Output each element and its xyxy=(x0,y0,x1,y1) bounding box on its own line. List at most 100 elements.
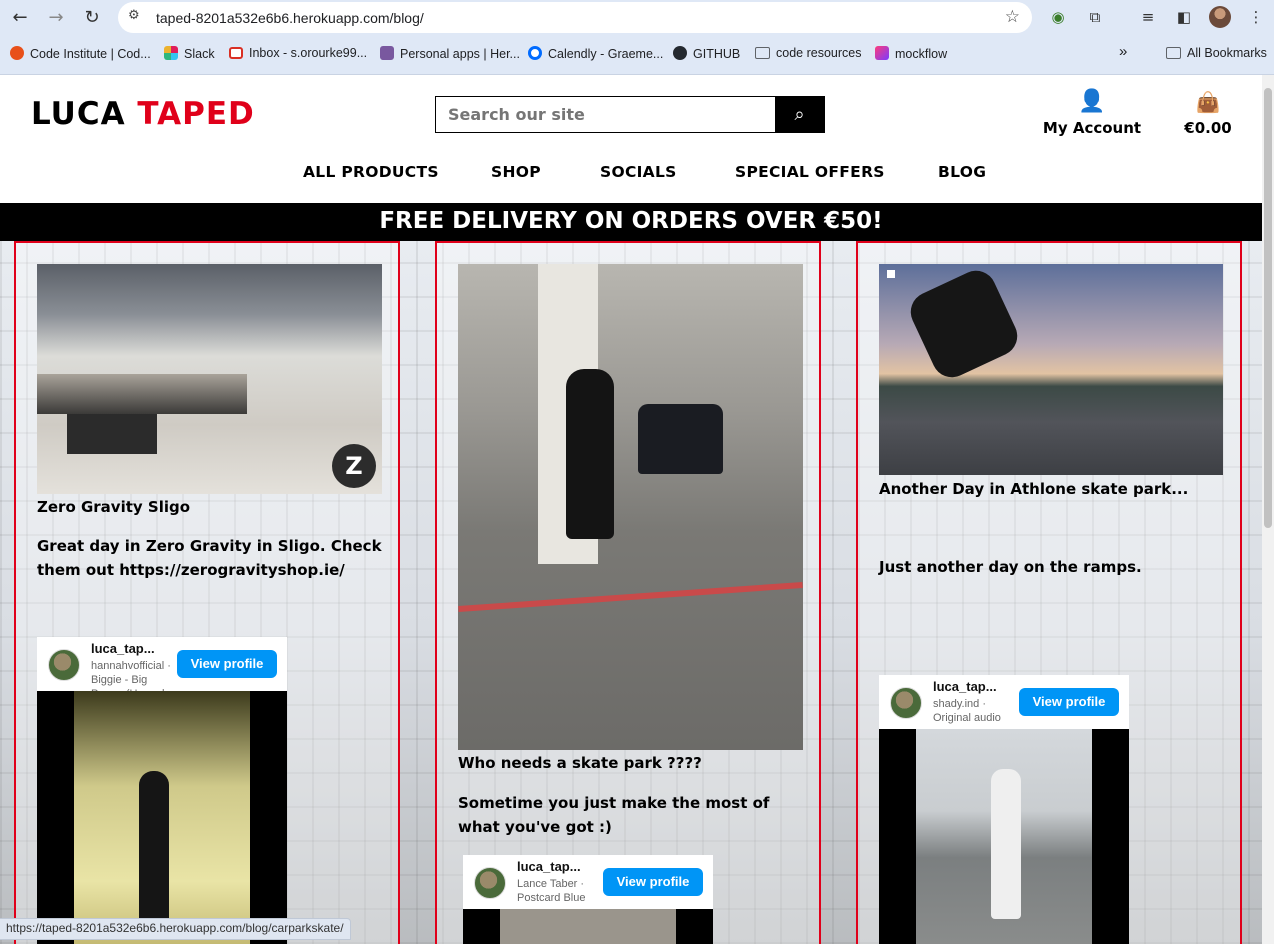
media-queue-icon[interactable]: ≡ xyxy=(1138,7,1158,27)
nav-socials[interactable]: SOCIALS xyxy=(600,163,677,181)
blog-post-card: Who needs a skate park ???? Sometime you… xyxy=(435,241,821,944)
tiktok-video[interactable] xyxy=(879,729,1129,944)
site-search: ⌕ xyxy=(435,96,825,133)
bookmark-star-icon[interactable]: ☆ xyxy=(1005,7,1020,27)
nav-shop[interactable]: SHOP xyxy=(491,163,541,181)
gallery-icon xyxy=(887,270,895,278)
embed-username[interactable]: luca_tap... xyxy=(933,679,997,694)
bookmark-label: Inbox - s.orourke99... xyxy=(249,46,368,60)
browser-toolbar: ← → ↻ ⚙ taped-8201a532e6b6.herokuapp.com… xyxy=(0,0,1274,36)
site-info-icon[interactable]: ⚙ xyxy=(128,8,140,23)
scrollbar-thumb[interactable] xyxy=(1264,88,1272,528)
shopping-bag-link[interactable]: 👜 €0.00 xyxy=(1180,91,1236,137)
bookmark-code-institute[interactable]: Code Institute | Cod... xyxy=(10,46,151,61)
reload-icon[interactable]: ↻ xyxy=(80,6,104,30)
avatar[interactable] xyxy=(48,649,80,681)
website-viewport: LUCA TAPED ⌕ 👤 My Account 👜 €0.00 ALL PR… xyxy=(0,75,1262,944)
all-bookmarks-label: All Bookmarks xyxy=(1187,46,1267,60)
bookmark-calendly[interactable]: Calendly - Graeme... xyxy=(528,46,663,61)
bookmark-heroku[interactable]: Personal apps | Her... xyxy=(380,46,520,61)
ledge-shape xyxy=(37,374,247,414)
tiktok-video[interactable] xyxy=(37,691,287,944)
nav-all-products[interactable]: ALL PRODUCTS xyxy=(303,163,439,181)
heroku-icon xyxy=(380,46,394,60)
search-input[interactable] xyxy=(436,97,800,132)
bookmark-slack[interactable]: Slack xyxy=(164,46,215,61)
account-label: My Account xyxy=(1042,119,1142,137)
bag-total: €0.00 xyxy=(1184,119,1232,137)
ledge-shadow xyxy=(67,414,157,454)
code-institute-icon xyxy=(10,46,24,60)
folder-icon xyxy=(1166,47,1181,59)
post-title[interactable]: Who needs a skate park ???? xyxy=(458,754,702,772)
back-icon[interactable]: ← xyxy=(8,6,32,30)
bookmark-label: Code Institute | Cod... xyxy=(30,47,151,61)
rider-figure xyxy=(139,771,169,931)
post-body: Great day in Zero Gravity in Sligo. Chec… xyxy=(37,537,382,579)
bookmark-mockflow[interactable]: mockflow xyxy=(875,46,947,61)
bookmark-label: Calendly - Graeme... xyxy=(548,47,664,61)
bookmark-gmail[interactable]: Inbox - s.orourke99... xyxy=(229,46,367,60)
bookmark-label: Personal apps | Her... xyxy=(400,47,520,61)
logo-text-luca: LUCA xyxy=(31,96,126,132)
bookmark-github[interactable]: GITHUB xyxy=(673,46,740,61)
address-bar[interactable]: ⚙ taped-8201a532e6b6.herokuapp.com/blog/… xyxy=(118,2,1032,33)
post-title[interactable]: Zero Gravity Sligo xyxy=(37,498,190,516)
bookmark-label: GITHUB xyxy=(693,47,741,61)
bookmarks-bar: Code Institute | Cod... Slack Inbox - s.… xyxy=(0,36,1274,75)
view-profile-button[interactable]: View profile xyxy=(177,650,277,678)
search-icon: ⌕ xyxy=(794,104,805,125)
github-icon xyxy=(673,46,687,60)
embed-username[interactable]: luca_tap... xyxy=(517,859,581,874)
tiktok-embed-header: luca_tap... shady.ind · Original audio V… xyxy=(879,675,1129,729)
main-navigation: ALL PRODUCTS SHOP SOCIALS SPECIAL OFFERS… xyxy=(0,163,1262,187)
bookmark-label: Slack xyxy=(184,47,215,61)
avatar[interactable] xyxy=(890,687,922,719)
tiktok-video[interactable] xyxy=(463,909,713,944)
search-button[interactable]: ⌕ xyxy=(775,97,824,132)
forward-icon[interactable]: → xyxy=(44,6,68,30)
folder-icon xyxy=(755,47,770,59)
bookmark-label: mockflow xyxy=(895,47,948,61)
view-profile-button[interactable]: View profile xyxy=(1019,688,1119,716)
bookmarks-overflow-icon[interactable]: » xyxy=(1119,43,1127,60)
site-logo[interactable]: LUCA TAPED xyxy=(31,96,255,132)
embed-username[interactable]: luca_tap... xyxy=(91,641,155,656)
slack-icon xyxy=(164,46,178,60)
profile-avatar-icon[interactable] xyxy=(1209,6,1231,28)
user-icon: 👤 xyxy=(1078,89,1106,114)
logo-text-taped: TAPED xyxy=(137,96,255,132)
avatar[interactable] xyxy=(474,867,506,899)
menu-kebab-icon[interactable]: ⋮ xyxy=(1246,7,1266,27)
post-image-athlone[interactable] xyxy=(879,264,1223,475)
extension-camera-icon[interactable]: ◉ xyxy=(1048,7,1068,27)
embed-sound[interactable]: Lance Taber · Postcard Blue xyxy=(517,877,603,905)
side-panel-icon[interactable]: ◧ xyxy=(1174,7,1194,27)
status-bar-url: https://taped-8201a532e6b6.herokuapp.com… xyxy=(0,918,351,940)
post-image-skatepark[interactable]: Z xyxy=(37,264,382,494)
post-image-carpark[interactable] xyxy=(458,264,803,750)
nav-blog[interactable]: BLOG xyxy=(938,163,986,181)
nav-special-offers[interactable]: SPECIAL OFFERS xyxy=(735,163,885,181)
tiktok-embed-header: luca_tap... Lance Taber · Postcard Blue … xyxy=(463,855,713,909)
view-profile-button[interactable]: View profile xyxy=(603,868,703,896)
blog-post-card: Another Day in Athlone skate park... Jus… xyxy=(856,241,1242,944)
gmail-icon xyxy=(229,47,243,59)
video-frame xyxy=(500,909,676,944)
rider-figure xyxy=(904,264,1024,384)
delivery-banner: FREE DELIVERY ON ORDERS OVER €50! xyxy=(0,203,1262,241)
rider-figure xyxy=(566,369,614,539)
embed-sound[interactable]: shady.ind · Original audio xyxy=(933,697,1019,725)
rider-figure xyxy=(991,769,1021,919)
zero-gravity-logo: Z xyxy=(332,444,376,488)
blog-post-card: Z Zero Gravity Sligo Great day in Zero G… xyxy=(14,241,400,944)
url-text[interactable]: taped-8201a532e6b6.herokuapp.com/blog/ xyxy=(156,10,424,26)
curb-line xyxy=(458,581,803,613)
all-bookmarks[interactable]: All Bookmarks xyxy=(1166,46,1267,60)
bookmark-code-resources[interactable]: code resources xyxy=(755,46,861,60)
my-account-link[interactable]: 👤 My Account xyxy=(1040,89,1144,138)
post-body: Sometime you just make the most of what … xyxy=(458,794,770,836)
extensions-puzzle-icon[interactable]: ⧉ xyxy=(1085,7,1105,27)
post-title[interactable]: Another Day in Athlone skate park... xyxy=(879,480,1188,498)
mockflow-icon xyxy=(875,46,889,60)
